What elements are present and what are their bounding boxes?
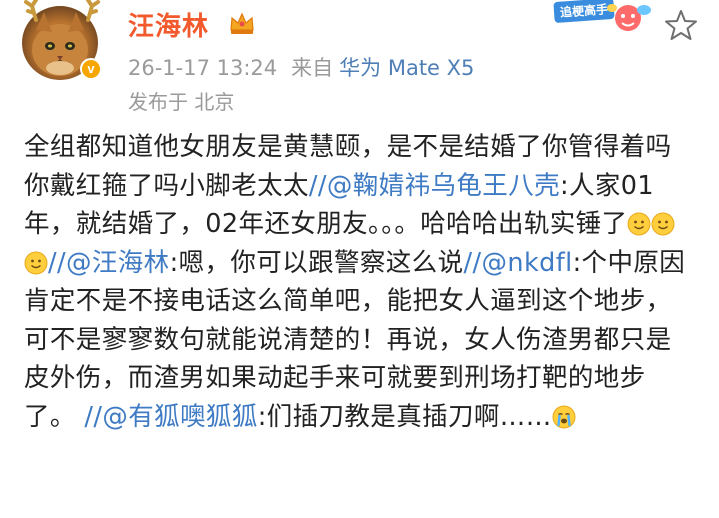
star-icon[interactable]	[664, 8, 698, 42]
repost-separator: //	[48, 247, 66, 278]
post-meta: 26-1-17 13:24 来自 华为 Mate X5	[128, 52, 474, 82]
avatar[interactable]: v	[22, 0, 106, 82]
smile-emoji-icon	[651, 212, 675, 236]
mention-link[interactable]: @汪海林	[66, 248, 170, 278]
mention-link[interactable]: @鞠婧祎乌龟王八壳	[327, 171, 560, 201]
weibo-post: v 汪海林 26-1-17 13:24 来自 华为 Mate X5 发布于 北京 追…	[0, 0, 719, 518]
post-location: 发布于 北京	[128, 90, 235, 114]
antler-decoration-icon	[24, 0, 100, 22]
repost-separator: //	[308, 170, 327, 201]
repost-separator: //	[463, 247, 482, 278]
crown-icon	[230, 12, 254, 34]
post-timestamp: 26-1-17 13:24	[128, 56, 278, 80]
mention-link[interactable]: @有狐噢狐狐	[102, 402, 257, 432]
content-text: :嗯，你可以跟警察这么说	[169, 247, 464, 278]
verified-badge-icon: v	[80, 58, 102, 80]
smile-emoji-icon	[627, 212, 651, 236]
smile-emoji-icon	[24, 251, 48, 274]
promo-badge[interactable]: 追梗高手	[552, 0, 656, 34]
author-name[interactable]: 汪海林	[128, 6, 209, 43]
content-text: :们插刀教是真插刀啊……	[257, 401, 552, 432]
source-device[interactable]: 华为 Mate X5	[339, 56, 474, 80]
post-content: 全组都知道他女朋友是黄慧颐，是不是结婚了你管得着吗你戴红箍了吗小脚老太太//@鞠…	[24, 128, 696, 436]
repost-separator: //	[84, 401, 103, 432]
promo-cartoon-icon	[607, 4, 651, 31]
source-prefix: 来自	[291, 56, 334, 80]
crying-emoji-icon	[552, 405, 576, 428]
mention-link[interactable]: @nkdfl	[481, 248, 572, 278]
